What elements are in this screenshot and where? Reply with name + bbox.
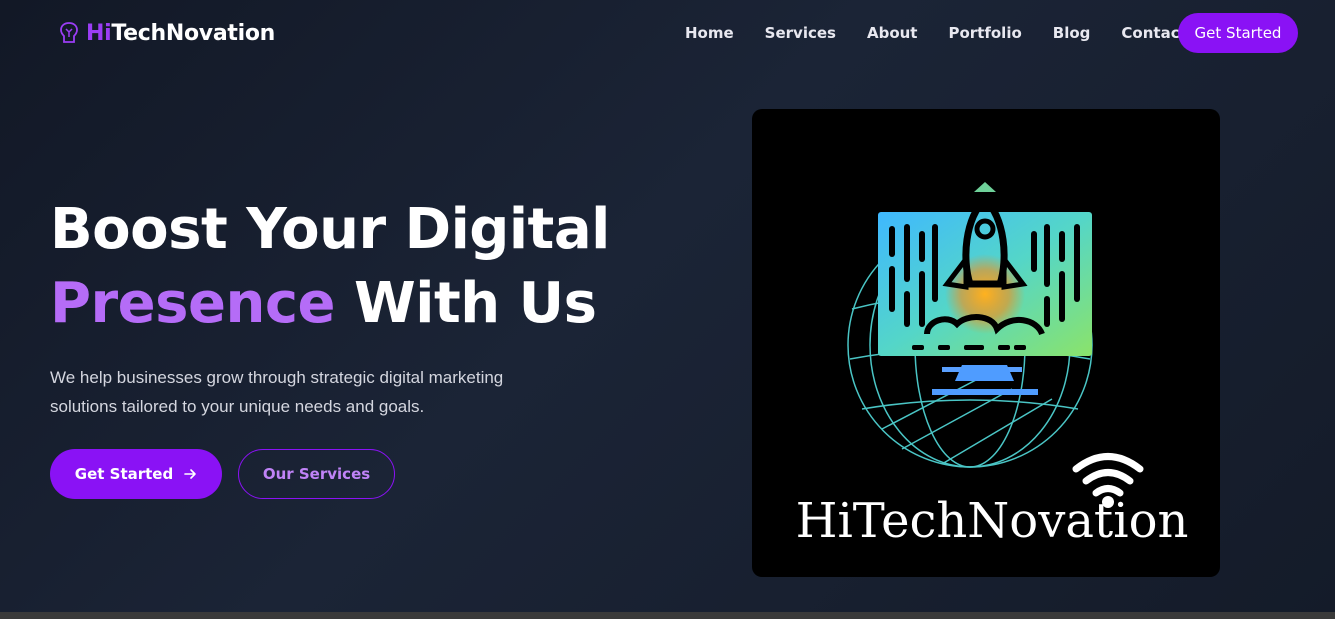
nav-contact[interactable]: Contact [1121,24,1186,42]
our-services-button[interactable]: Our Services [238,449,395,499]
get-started-label: Get Started [74,465,174,483]
hero-title: Boost Your Digital Presence With Us [50,193,610,341]
top-navbar: HiTechNovation Home Services About Portf… [0,0,1335,70]
image-logo-text: HiTechNovation [796,493,1189,549]
hero-subtitle: We help businesses grow through strategi… [50,368,504,416]
brand-name: HiTechNovation [86,21,275,46]
nav-portfolio[interactable]: Portfolio [948,24,1021,42]
wifi-icon [1072,453,1144,497]
bottom-scrollbar[interactable] [0,612,1335,619]
nav-services[interactable]: Services [765,24,836,42]
brand-prefix: Hi [86,20,112,46]
nav-get-started-button[interactable]: Get Started [1178,13,1298,53]
get-started-button[interactable]: Get Started [50,449,222,499]
nav-home[interactable]: Home [685,24,734,42]
hero-logo-image: HiTechNovation [752,109,1220,577]
nav-about[interactable]: About [867,24,918,42]
hero-title-accent: Presence [50,271,336,336]
nav-menu: Home Services About Portfolio Blog Conta… [685,24,1187,42]
arrow-right-icon [184,469,197,479]
hero-title-rest: With Us [335,271,597,336]
brand-suffix: TechNovation [111,20,276,46]
brain-icon [60,22,78,43]
hero-title-line1: Boost Your Digital [50,197,610,262]
nav-blog[interactable]: Blog [1053,24,1091,42]
brand-logo[interactable]: HiTechNovation [58,20,275,46]
